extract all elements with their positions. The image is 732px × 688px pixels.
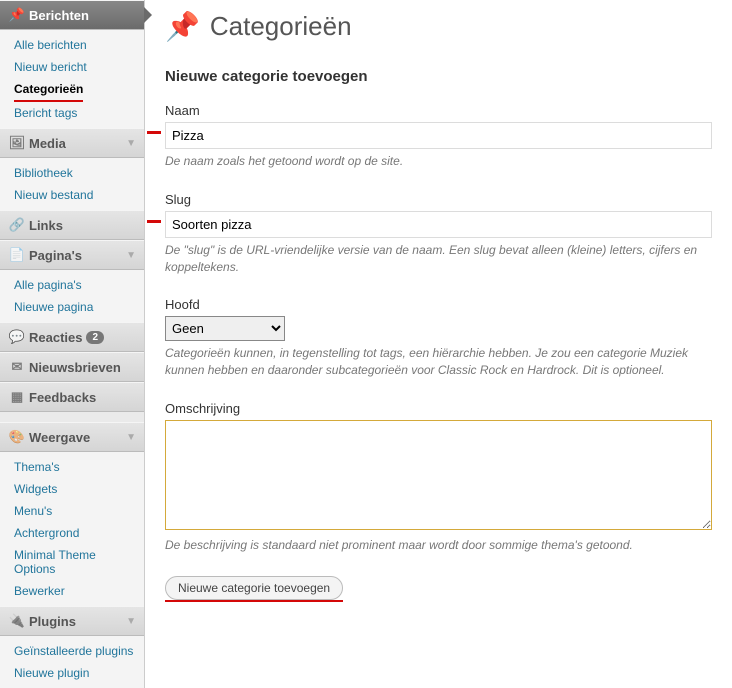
page-icon: 📄 — [8, 247, 26, 263]
menu-paginas[interactable]: 📄 Pagina's ▼ — [0, 240, 144, 270]
menu-nieuwsbrieven[interactable]: ✉ Nieuwsbrieven — [0, 352, 144, 382]
menu-feedbacks[interactable]: ▦ Feedbacks — [0, 382, 144, 412]
description-desc: De beschrijving is standaard niet promin… — [165, 537, 712, 554]
menu-media[interactable]: 🖼 Media ▼ — [0, 128, 144, 158]
menu-label: Weergave — [29, 430, 90, 445]
chevron-down-icon: ▼ — [126, 432, 136, 443]
pushpin-icon: 📌 — [165, 10, 200, 43]
menu-label: Pagina's — [29, 248, 82, 263]
menu-label: Plugins — [29, 614, 76, 629]
sub-menus[interactable]: Menu's — [0, 500, 144, 522]
description-textarea[interactable] — [165, 420, 712, 530]
menu-links[interactable]: 🔗 Links — [0, 210, 144, 240]
sub-widgets[interactable]: Widgets — [0, 478, 144, 500]
comment-icon: 💬 — [8, 329, 26, 345]
menu-reacties[interactable]: 💬 Reacties 2 — [0, 322, 144, 352]
description-label: Omschrijving — [165, 401, 712, 416]
sub-bewerker[interactable]: Bewerker — [0, 580, 144, 602]
menu-label: Nieuwsbrieven — [29, 360, 121, 375]
sub-themas[interactable]: Thema's — [0, 456, 144, 478]
feedback-icon: ▦ — [8, 389, 26, 405]
sub-bericht-tags[interactable]: Bericht tags — [0, 102, 144, 124]
chevron-down-icon: ▼ — [126, 616, 136, 627]
main-content: 📌 Categorieën Nieuwe categorie toevoegen… — [145, 0, 732, 688]
submenu-media: Bibliotheek Nieuw bestand — [0, 158, 144, 210]
pin-icon: 📌 — [8, 7, 26, 23]
menu-label: Feedbacks — [29, 390, 96, 405]
name-desc: De naam zoals het getoond wordt op de si… — [165, 153, 712, 170]
reacties-badge: 2 — [86, 331, 104, 344]
menu-weergave[interactable]: 🎨 Weergave ▼ — [0, 422, 144, 452]
mail-icon: ✉ — [8, 359, 26, 375]
chevron-down-icon: ▼ — [126, 138, 136, 149]
page-title: Categorieën — [210, 11, 352, 42]
name-label: Naam — [165, 103, 712, 118]
field-parent: Hoofd Geen Categorieën kunnen, in tegens… — [165, 297, 712, 379]
sub-nieuw-bestand[interactable]: Nieuw bestand — [0, 184, 144, 206]
sub-categorieen[interactable]: Categorieën — [14, 78, 83, 102]
sub-nieuwe-pagina[interactable]: Nieuwe pagina — [0, 296, 144, 318]
section-heading: Nieuwe categorie toevoegen — [165, 68, 712, 85]
media-icon: 🖼 — [8, 135, 26, 151]
field-slug: Slug De "slug" is de URL-vriendelijke ve… — [165, 192, 712, 276]
menu-berichten[interactable]: 📌 Berichten — [0, 0, 144, 30]
highlight-marker — [147, 220, 161, 223]
menu-label: Links — [29, 218, 63, 233]
plugin-icon: 🔌 — [8, 613, 26, 629]
sub-nieuw-bericht[interactable]: Nieuw bericht — [0, 56, 144, 78]
link-icon: 🔗 — [8, 217, 26, 233]
submenu-plugins: Geïnstalleerde plugins Nieuwe plugin — [0, 636, 144, 688]
parent-label: Hoofd — [165, 297, 712, 312]
sub-geinstalleerde-plugins[interactable]: Geïnstalleerde plugins — [0, 640, 144, 662]
field-name: Naam De naam zoals het getoond wordt op … — [165, 103, 712, 170]
parent-select[interactable]: Geen — [165, 316, 285, 341]
name-input[interactable] — [165, 122, 712, 149]
sub-bibliotheek[interactable]: Bibliotheek — [0, 162, 144, 184]
submenu-weergave: Thema's Widgets Menu's Achtergrond Minim… — [0, 452, 144, 606]
submenu-berichten: Alle berichten Nieuw bericht Categorieën… — [0, 30, 144, 128]
page-title-row: 📌 Categorieën — [165, 10, 712, 43]
slug-input[interactable] — [165, 211, 712, 238]
field-description: Omschrijving De beschrijving is standaar… — [165, 401, 712, 554]
highlight-marker — [147, 131, 161, 134]
sub-achtergrond[interactable]: Achtergrond — [0, 522, 144, 544]
admin-sidebar: 📌 Berichten Alle berichten Nieuw bericht… — [0, 0, 145, 688]
parent-desc: Categorieën kunnen, in tegenstelling tot… — [165, 345, 712, 379]
sub-nieuwe-plugin[interactable]: Nieuwe plugin — [0, 662, 144, 684]
submenu-paginas: Alle pagina's Nieuwe pagina — [0, 270, 144, 322]
submit-row: Nieuwe categorie toevoegen — [165, 576, 712, 602]
chevron-down-icon: ▼ — [126, 250, 136, 261]
menu-plugins[interactable]: 🔌 Plugins ▼ — [0, 606, 144, 636]
appearance-icon: 🎨 — [8, 429, 26, 445]
menu-label: Reacties — [29, 330, 82, 345]
submit-button[interactable]: Nieuwe categorie toevoegen — [165, 576, 343, 600]
slug-desc: De "slug" is de URL-vriendelijke versie … — [165, 242, 712, 276]
sub-minimal-theme[interactable]: Minimal Theme Options — [0, 544, 144, 580]
sub-alle-berichten[interactable]: Alle berichten — [0, 34, 144, 56]
menu-label: Media — [29, 136, 66, 151]
arrow-right-icon — [144, 7, 152, 23]
sub-alle-paginas[interactable]: Alle pagina's — [0, 274, 144, 296]
slug-label: Slug — [165, 192, 712, 207]
menu-label: Berichten — [29, 8, 89, 23]
